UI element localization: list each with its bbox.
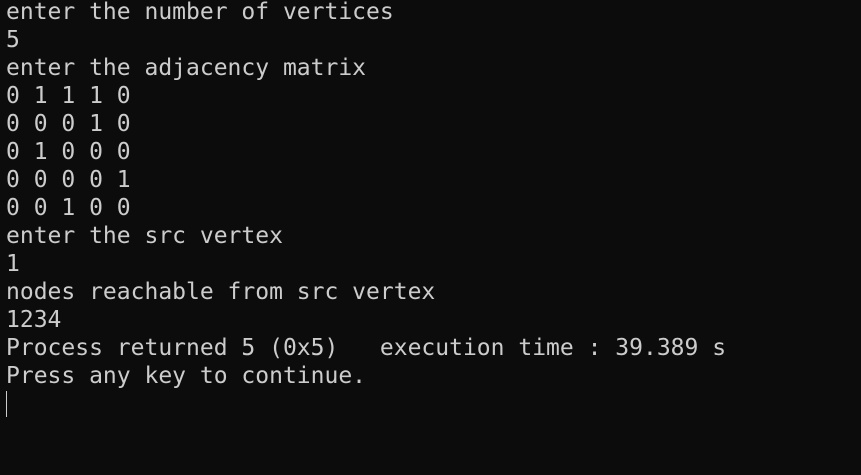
console-output-area[interactable]: enter the number of vertices 5 enter the… [0, 0, 861, 473]
input-src-vertex: 1 [6, 251, 20, 277]
reachable-nodes-result: 1234 [6, 307, 62, 333]
prompt-src-vertex: enter the src vertex [6, 223, 283, 249]
reachable-nodes-heading: nodes reachable from src vertex [6, 279, 436, 305]
cursor-line [6, 390, 861, 418]
matrix-row-3: 0 1 0 0 0 [6, 139, 131, 165]
prompt-vertex-count: enter the number of vertices [6, 0, 394, 25]
process-return-status: Process returned 5 (0x5) execution time … [6, 335, 727, 361]
matrix-row-5: 0 0 1 0 0 [6, 195, 131, 221]
prompt-adjacency-matrix: enter the adjacency matrix [6, 55, 367, 81]
matrix-row-2: 0 0 0 1 0 [6, 111, 131, 137]
matrix-row-1: 0 1 1 1 0 [6, 83, 131, 109]
text-cursor [6, 391, 7, 417]
matrix-row-4: 0 0 0 0 1 [6, 167, 131, 193]
input-vertex-count: 5 [6, 27, 20, 53]
continue-prompt: Press any key to continue. [6, 363, 367, 389]
